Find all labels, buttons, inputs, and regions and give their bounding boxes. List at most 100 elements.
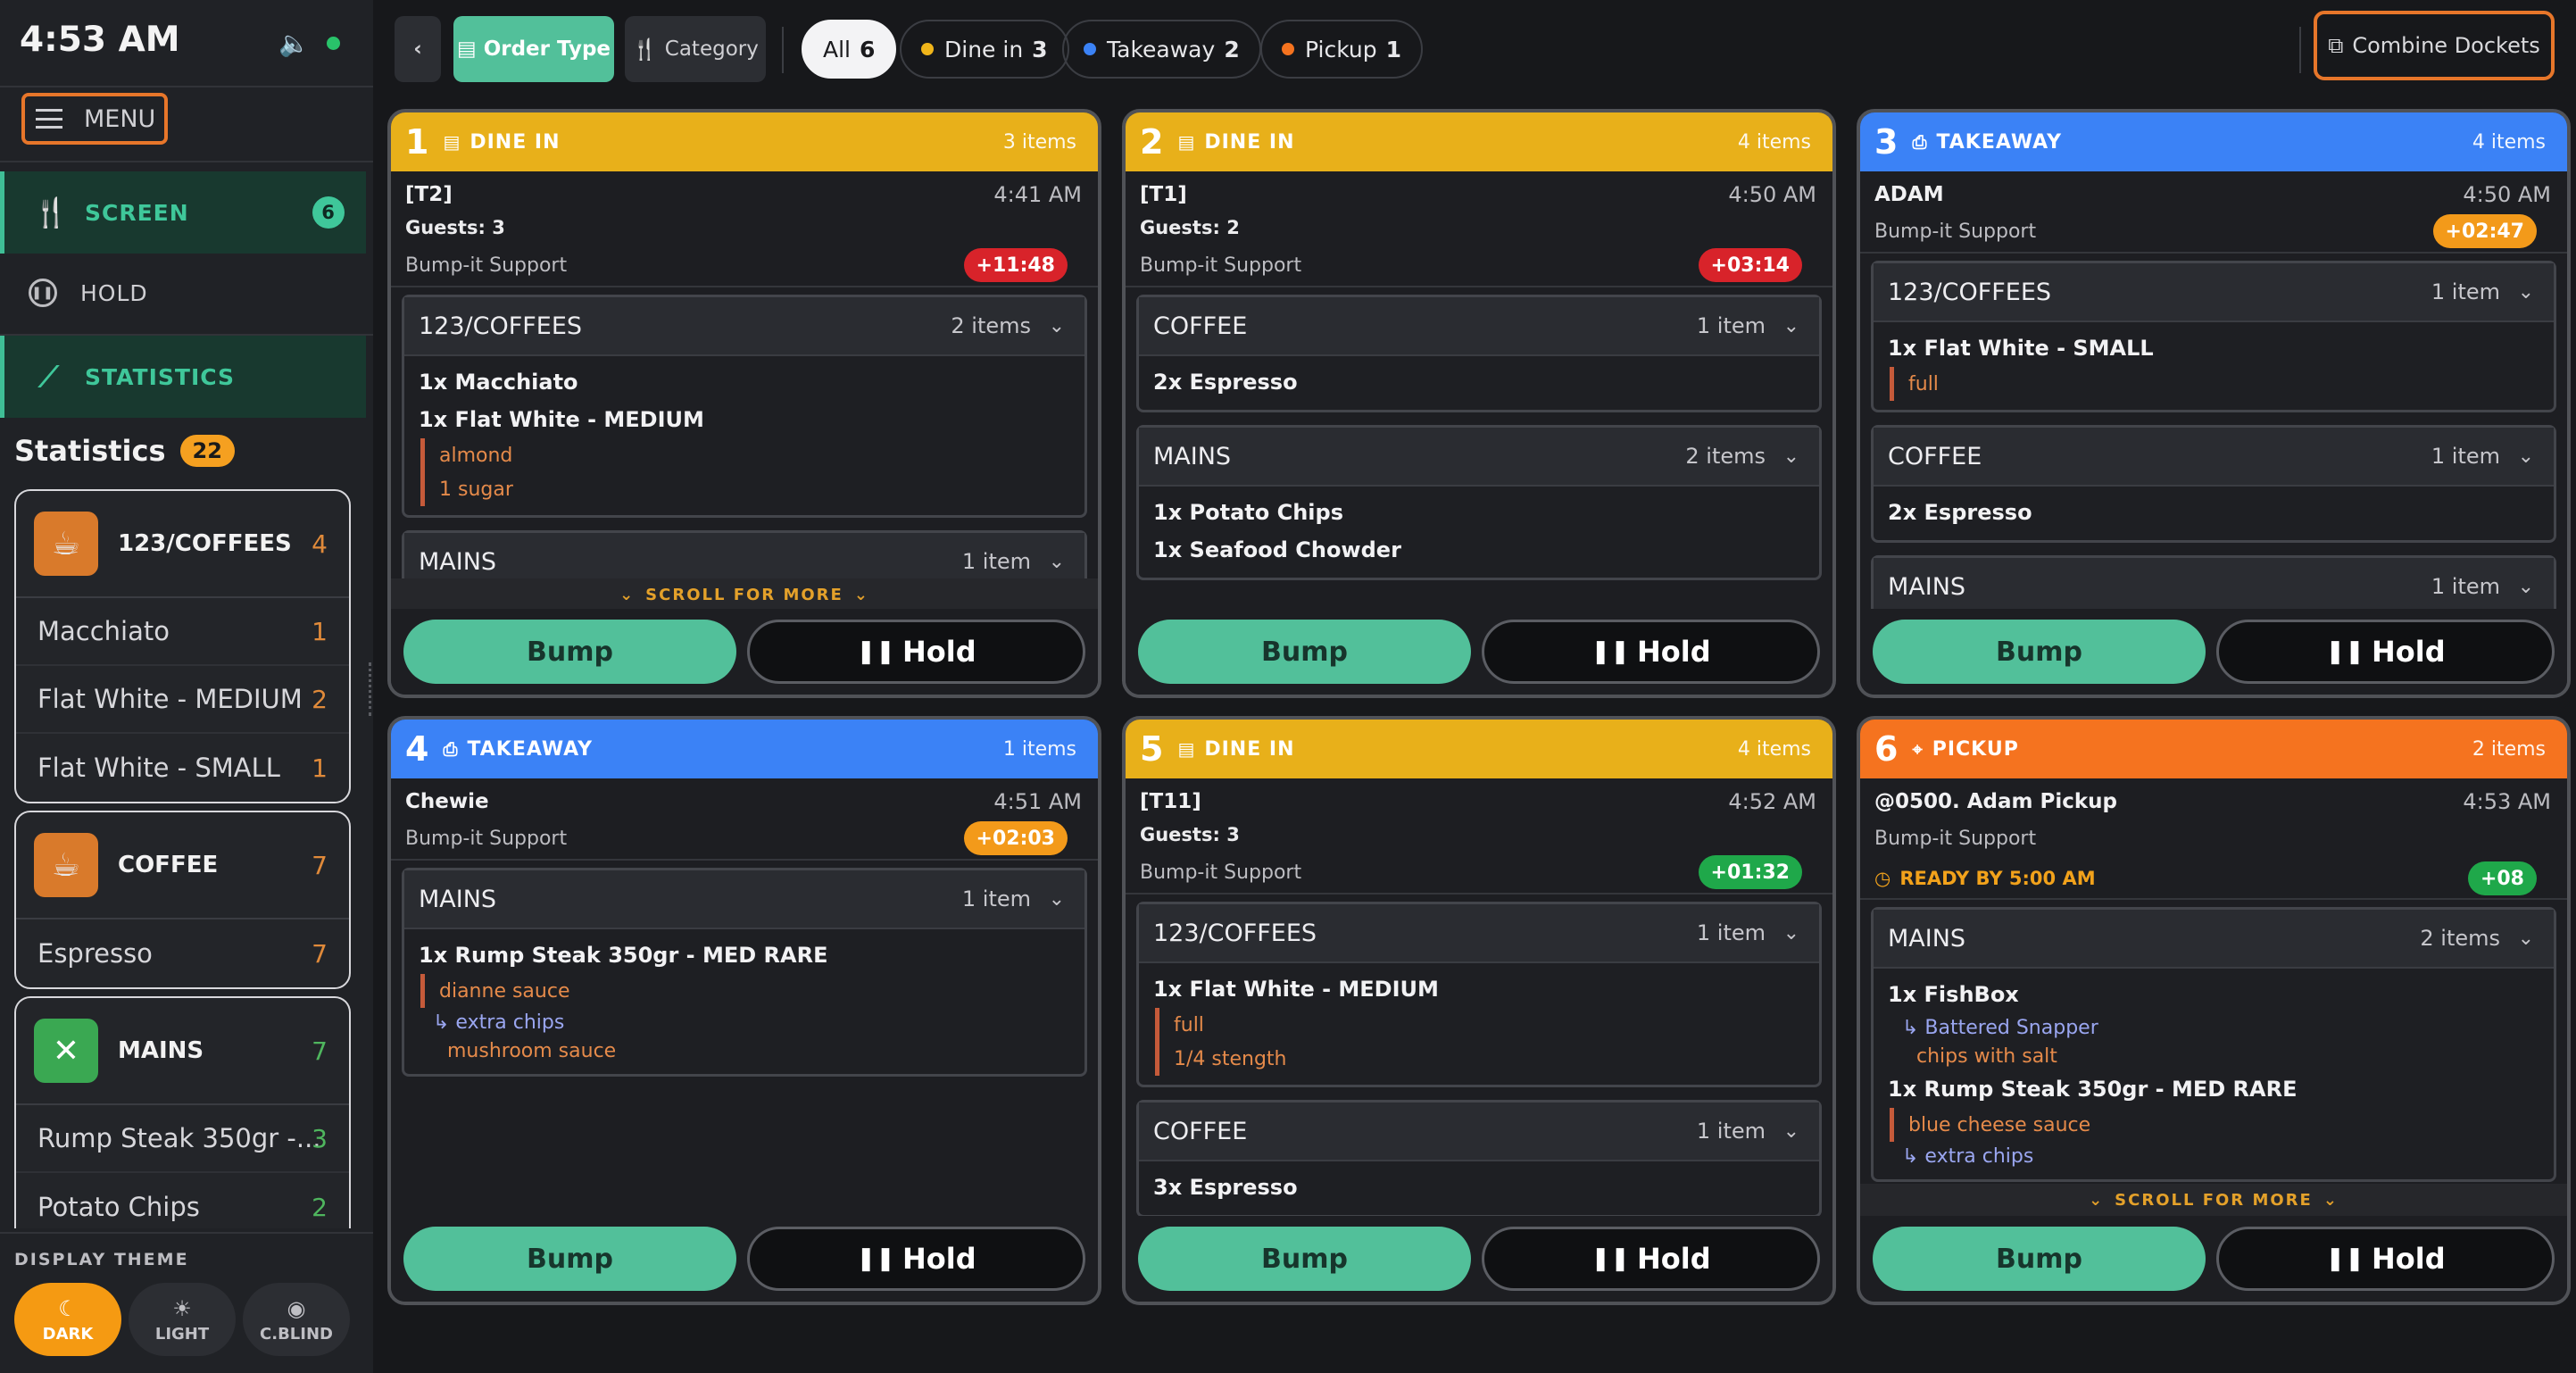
filter-all[interactable]: All 6: [802, 20, 897, 79]
group-items: 1x FishBox ↳ Battered Snapper chips with s…: [1874, 969, 2554, 1179]
trend-line-icon: ⟋: [38, 359, 60, 394]
theme-dark-button[interactable]: ☾ DARK: [14, 1283, 121, 1356]
group-header[interactable]: MAINS 1 item ⌄: [404, 870, 1084, 929]
bump-button[interactable]: Bump: [403, 1227, 736, 1291]
group-header[interactable]: COFFEE 1 item ⌄: [1874, 428, 2554, 487]
chevron-down-icon[interactable]: ⌄: [1049, 551, 1065, 573]
ticket-header: 5 ▤ DINE IN 4 items: [1126, 720, 1832, 778]
order-type-label: TAKEAWAY: [467, 737, 594, 761]
scroll-label: SCROLL FOR MORE: [2115, 1190, 2313, 1210]
group-items: 1x Macchiato 1x Flat White - MEDIUM almond…: [404, 356, 1084, 515]
group-header[interactable]: COFFEE 1 item ⌄: [1139, 1103, 1819, 1161]
stat-card-name: 123/COFFEES: [118, 530, 292, 557]
chevron-down-icon[interactable]: ⌄: [1049, 888, 1065, 911]
hold-label: Hold: [1636, 635, 1711, 669]
nav-label: SCREEN: [85, 199, 189, 226]
hold-button[interactable]: ❚❚ Hold: [747, 1227, 1085, 1291]
stat-row-count: 1: [312, 753, 328, 783]
theme-cblind-button[interactable]: ◉ C.BLIND: [243, 1283, 350, 1356]
order-item: 1x Flat White - MEDIUM: [419, 407, 704, 432]
chevron-down-icon[interactable]: ⌄: [2518, 281, 2534, 304]
ticket-card[interactable]: 1 ▤ DINE IN 3 items [T2] 4:41 AM Guests: 3…: [387, 109, 1101, 698]
bump-button[interactable]: Bump: [1138, 620, 1471, 684]
chevron-down-icon[interactable]: ⌄: [1049, 315, 1065, 337]
chevron-down-icon[interactable]: ⌄: [1783, 445, 1799, 468]
ticket-card[interactable]: 6 ⌖ PICKUP 2 items @0500. Adam Pickup 4:5…: [1857, 716, 2571, 1305]
group-header[interactable]: MAINS 2 items ⌄: [1874, 910, 2554, 969]
combine-dockets-button[interactable]: ⧉ Combine Dockets: [2314, 11, 2555, 80]
item-modifier: 1/4 stength: [1155, 1042, 1805, 1076]
bump-button[interactable]: Bump: [1873, 620, 2206, 684]
order-type-label: Order Type: [483, 37, 611, 61]
group-items: 1x Potato Chips 1x Seafood Chowder: [1139, 487, 1819, 578]
ticket-source: Bump-it Support +02:03: [405, 818, 1084, 859]
item-modifier: mushroom sauce: [447, 1039, 617, 1062]
filter-takeaway[interactable]: Takeaway 2: [1062, 20, 1261, 79]
filter-dine-in[interactable]: Dine in 3: [900, 20, 1069, 79]
bump-button[interactable]: Bump: [403, 620, 736, 684]
filter-pickup[interactable]: Pickup 1: [1260, 20, 1424, 79]
filter-label: Dine in: [944, 36, 1024, 62]
category-label: Category: [664, 37, 759, 61]
ticket-card[interactable]: 4 ⎙ TAKEAWAY 1 items Chewie 4:51 AM Bump-i…: [387, 716, 1101, 1305]
chevron-down-icon[interactable]: ⌄: [1783, 315, 1799, 337]
chevron-down-icon[interactable]: ⌄: [2518, 576, 2534, 598]
elapsed-timer: +02:03: [963, 821, 1068, 855]
group-header[interactable]: 123/COFFEES 2 items ⌄: [404, 297, 1084, 356]
sidebar-resize-handle[interactable]: [369, 662, 374, 716]
theme-light-button[interactable]: ☀ LIGHT: [129, 1283, 236, 1356]
bump-button[interactable]: Bump: [1138, 1227, 1471, 1291]
speaker-icon[interactable]: 🔈: [278, 29, 310, 58]
hold-button[interactable]: ❚❚ Hold: [1482, 620, 1820, 684]
chevron-down-icon[interactable]: ⌄: [2518, 445, 2534, 468]
double-chevron-down-icon: ⌄: [2323, 1190, 2339, 1210]
clock: 4:53 AM: [20, 20, 180, 60]
hold-button[interactable]: ❚❚ Hold: [1482, 1227, 1820, 1291]
connection-status-dot: [327, 37, 340, 50]
guests: Guests: 3: [405, 211, 1084, 245]
stat-card-mains[interactable]: ✕ MAINS 7 Rump Steak 350gr -... 3 Potato …: [14, 996, 351, 1228]
chevron-down-icon[interactable]: ⌄: [1783, 922, 1799, 944]
table-icon: ▤: [1177, 737, 1196, 760]
stat-row-count: 1: [312, 616, 328, 646]
sun-icon: ☀: [172, 1295, 192, 1321]
group-header[interactable]: 123/COFFEES 1 item ⌄: [1874, 263, 2554, 322]
stat-card-name: MAINS: [118, 1037, 204, 1064]
scroll-for-more[interactable]: ⌄ SCROLL FOR MORE ⌄: [1860, 1184, 2567, 1216]
nav-item-hold[interactable]: ❚❚ HOLD: [0, 252, 366, 334]
stat-card-123-coffees[interactable]: ☕ 123/COFFEES 4 Macchiato 1 Flat White - …: [14, 489, 351, 803]
ticket-source: Bump-it Support +03:14: [1140, 245, 1818, 286]
chevron-down-icon[interactable]: ⌄: [1783, 1120, 1799, 1143]
filter-count: 2: [1224, 36, 1240, 62]
menu-button[interactable]: MENU: [21, 93, 168, 145]
map-pin-icon: ⌖: [1912, 737, 1924, 760]
ticket-number: 2: [1140, 122, 1164, 162]
hold-button[interactable]: ❚❚ Hold: [2216, 1227, 2555, 1291]
scroll-for-more[interactable]: ⌄ SCROLL FOR MORE ⌄: [391, 578, 1098, 611]
ticket-actions: Bump ❚❚ Hold: [391, 609, 1098, 695]
item-modifier: 1 sugar: [420, 472, 1070, 506]
ticket-number: 6: [1874, 729, 1899, 769]
ticket-card[interactable]: 3 ⎙ TAKEAWAY 4 items ADAM 4:50 AM Bump-it …: [1857, 109, 2571, 698]
category-button[interactable]: 🍴 Category: [625, 16, 766, 82]
nav-item-statistics[interactable]: ⟋ STATISTICS: [0, 336, 366, 418]
order-item: 2x Espresso: [1888, 500, 2032, 525]
item-modifier: full: [1890, 367, 2539, 401]
hold-button[interactable]: ❚❚ Hold: [747, 620, 1085, 684]
nav-item-screen[interactable]: 🍴 SCREEN 6: [0, 171, 366, 254]
ticket-groups: COFFEE 1 item ⌄ 2x Espresso MAINS 2 item…: [1126, 287, 1832, 593]
hold-button[interactable]: ❚❚ Hold: [2216, 620, 2555, 684]
back-button[interactable]: ‹: [395, 16, 441, 82]
chevron-down-icon[interactable]: ⌄: [2518, 928, 2534, 950]
bump-button[interactable]: Bump: [1873, 1227, 2206, 1291]
group-header[interactable]: 123/COFFEES 1 item ⌄: [1139, 904, 1819, 963]
order-type-button[interactable]: ▤ Order Type: [453, 16, 614, 82]
stat-row: Flat White - SMALL 1: [16, 734, 349, 802]
group-header[interactable]: MAINS 2 items ⌄: [1139, 428, 1819, 487]
bump-label: Bump: [1261, 636, 1348, 668]
stat-card-coffee[interactable]: ☕ COFFEE 7 Espresso 7: [14, 811, 351, 989]
group-count: 1 item: [1696, 1119, 1766, 1144]
ticket-card[interactable]: 5 ▤ DINE IN 4 items [T11] 4:52 AM Guests: …: [1122, 716, 1836, 1305]
ticket-card[interactable]: 2 ▤ DINE IN 4 items [T1] 4:50 AM Guests: 2…: [1122, 109, 1836, 698]
group-header[interactable]: COFFEE 1 item ⌄: [1139, 297, 1819, 356]
